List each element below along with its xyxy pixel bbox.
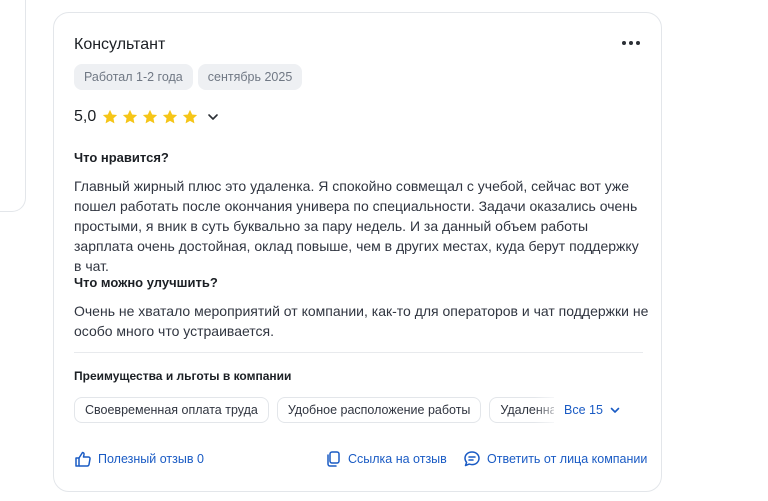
side-panel-fragment: 1 8 2 6 — [0, 0, 26, 212]
tag-experience: Работал 1-2 года — [74, 64, 193, 90]
benefits-heading: Преимущества и льготы в компании — [74, 369, 292, 383]
show-all-benefits-button[interactable]: Все 15 — [564, 403, 621, 417]
star-icon — [143, 109, 158, 124]
helpful-label: Полезный отзыв 0 — [98, 452, 204, 466]
star-icon — [123, 109, 138, 124]
pros-heading: Что нравится? — [74, 150, 169, 165]
copy-link-label: Ссылка на отзыв — [348, 452, 447, 466]
review-actions: Полезный отзыв 0 Ссылка на отзыв Ответит… — [54, 450, 661, 472]
more-dots-icon — [622, 41, 626, 45]
copy-link-button[interactable]: Ссылка на отзыв — [324, 450, 447, 468]
benefit-chip: Удобное расположение работы — [276, 397, 482, 423]
cons-heading: Что можно улучшить? — [74, 275, 218, 290]
benefits-list: Своевременная оплата труда Удобное распо… — [74, 397, 554, 425]
chat-bubble-icon — [464, 451, 480, 467]
rating-value: 5,0 — [74, 108, 97, 125]
rating-stars — [101, 108, 199, 126]
thumbs-up-icon — [75, 451, 91, 467]
divider — [74, 352, 643, 353]
review-tags: Работал 1-2 года сентябрь 2025 — [74, 64, 303, 90]
pros-text: Главный жирный плюс это удаленка. Я спок… — [74, 178, 639, 274]
helpful-review-button[interactable]: Полезный отзыв 0 — [74, 450, 204, 468]
copy-link-icon — [327, 451, 340, 467]
reply-as-company-button[interactable]: Ответить от лица компании — [463, 450, 647, 468]
more-options-button[interactable] — [619, 33, 643, 53]
star-icon — [183, 109, 198, 124]
review-title: Консультант — [74, 36, 166, 53]
chevron-down-icon[interactable] — [206, 110, 220, 124]
star-icon — [163, 109, 178, 124]
star-icon — [103, 109, 118, 124]
review-card: Консультант Работал 1-2 года сентябрь 20… — [53, 12, 662, 492]
show-all-label: Все 15 — [564, 403, 603, 417]
cons-text: Очень не хватало мероприятий от компании… — [74, 303, 649, 339]
benefits-fade — [534, 397, 564, 425]
benefit-chip: Своевременная оплата труда — [74, 397, 269, 423]
tag-date: сентябрь 2025 — [197, 64, 303, 90]
rating-row: 5,0 — [74, 108, 220, 126]
reply-label: Ответить от лица компании — [487, 452, 648, 466]
chevron-down-icon — [610, 407, 620, 413]
